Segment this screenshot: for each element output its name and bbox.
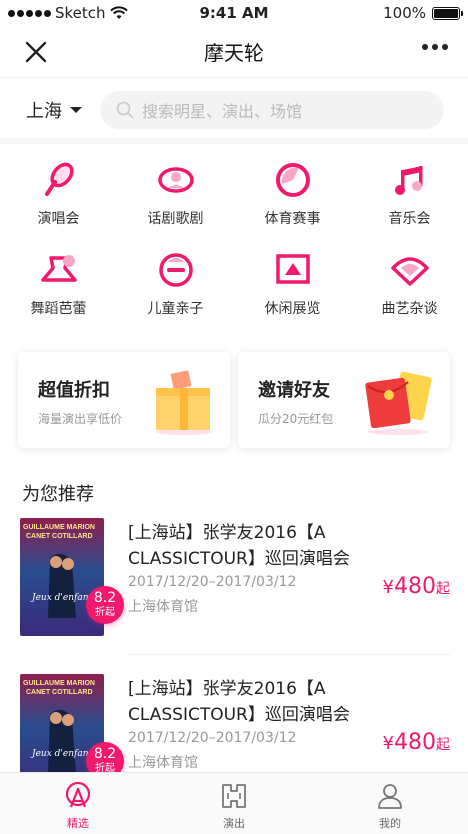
category-label: 休闲展览: [264, 301, 321, 317]
category-label: 音乐会: [388, 211, 431, 227]
discount-label: 折起: [95, 607, 115, 618]
caret-down-icon: [70, 107, 82, 113]
promo-cards: 超值折扣 海量演出享低价 邀请好友 瓜分20元红包: [18, 352, 450, 448]
tab-bar: 精选 演出 我的: [0, 772, 468, 834]
event-title: [上海站】张学友2016【A CLASSICTOUR】巡回演唱会: [128, 679, 350, 725]
category-folk-arts[interactable]: 曲艺杂谈: [351, 250, 468, 318]
category-music[interactable]: 音乐会: [351, 160, 468, 228]
user-icon: [378, 784, 402, 809]
price-currency: ¥: [382, 733, 394, 754]
poster-title-line1: GUILLAUME MARION: [23, 680, 95, 687]
discount-value: 8.2: [93, 590, 117, 606]
search-placeholder: 搜索明星、演出、场馆: [142, 102, 303, 121]
event-venue: 上海体育馆: [128, 755, 198, 771]
poster-title-line1: GUILLAUME MARION: [23, 524, 95, 531]
event-date: 2017/12/20–2017/03/12: [128, 730, 297, 746]
price-suffix: 起: [436, 737, 450, 753]
category-drama[interactable]: 话剧歌剧: [117, 160, 234, 228]
poster-title-line2: CANET COTILLARD: [26, 533, 93, 540]
list-item[interactable]: GUILLAUME MARION CANET COTILLARD Jeux d'…: [0, 518, 468, 658]
category-concert[interactable]: 演唱会: [0, 160, 117, 228]
category-label: 演唱会: [37, 211, 80, 227]
category-label: 舞蹈芭蕾: [30, 301, 87, 317]
poster-title-line2: CANET COTILLARD: [26, 689, 93, 696]
tab-label: 演出: [223, 817, 245, 830]
search-icon: [116, 101, 134, 119]
event-venue: 上海体育馆: [128, 599, 198, 615]
microphone-icon: [44, 162, 74, 196]
price-suffix: 起: [436, 581, 450, 597]
promo-invite-card[interactable]: 邀请好友 瓜分20元红包: [238, 352, 450, 448]
ballet-skirt-icon: [40, 255, 77, 282]
tab-label: 精选: [67, 817, 89, 830]
discount-badge: 8.2 折起: [86, 586, 124, 624]
ticket-icon: [222, 784, 246, 808]
tab-shows[interactable]: 演出: [156, 773, 312, 834]
battery-icon: [432, 6, 463, 20]
ball-icon: [275, 163, 310, 197]
page-title: 摩天轮: [204, 41, 264, 65]
search-input[interactable]: 搜索明星、演出、场馆: [100, 91, 444, 129]
carrier-group: Sketch: [8, 4, 128, 22]
city-label: 上海: [26, 101, 62, 122]
category-label: 体育赛事: [264, 211, 321, 227]
battery-group: 100%: [383, 4, 463, 22]
price-value: 480: [394, 730, 436, 755]
wifi-icon: [109, 6, 128, 19]
battery-percent: 100%: [383, 4, 426, 22]
category-label: 儿童亲子: [147, 301, 204, 317]
category-label: 话剧歌剧: [147, 211, 204, 227]
city-selector[interactable]: 上海: [26, 97, 82, 123]
music-note-icon: [394, 166, 422, 195]
drama-mask-icon: [157, 167, 194, 193]
exhibition-frame-icon: [275, 254, 310, 284]
discount-value: 8.2: [93, 746, 117, 762]
carrier-name: Sketch: [55, 4, 106, 22]
list-divider: [128, 654, 450, 655]
folding-fan-icon: [390, 257, 429, 286]
category-kids[interactable]: 儿童亲子: [117, 250, 234, 318]
search-row: 上海 搜索明星、演出、场馆: [0, 86, 468, 134]
price-value: 480: [394, 574, 436, 599]
category-label: 曲艺杂谈: [381, 301, 438, 317]
price-currency: ¥: [382, 577, 394, 598]
status-bar: Sketch 9:41 AM 100%: [0, 0, 468, 26]
event-date: 2017/12/20–2017/03/12: [128, 574, 297, 590]
gift-box-icon: [156, 370, 212, 435]
featured-icon: [65, 781, 91, 808]
red-envelope-icon: [365, 371, 432, 435]
child-face-icon: [158, 253, 193, 287]
more-icon[interactable]: [422, 44, 448, 50]
category-sports[interactable]: 体育赛事: [234, 160, 351, 228]
promo-discount-card[interactable]: 超值折扣 海量演出享低价: [18, 352, 230, 448]
event-price: ¥480起: [383, 730, 450, 755]
tab-featured[interactable]: 精选: [0, 773, 156, 834]
close-icon[interactable]: [22, 38, 50, 66]
tab-profile[interactable]: 我的: [312, 773, 468, 834]
category-grid: 演唱会 话剧歌剧 体育赛事 音乐会 舞蹈芭蕾 儿童亲子 休闲展览 曲艺杂谈: [0, 160, 468, 318]
signal-icon: [8, 9, 51, 17]
event-title: [上海站】张学友2016【A CLASSICTOUR】巡回演唱会: [128, 523, 350, 569]
category-exhibition[interactable]: 休闲展览: [234, 250, 351, 318]
tab-label: 我的: [379, 817, 401, 830]
section-title: 为您推荐: [22, 484, 94, 505]
category-dance[interactable]: 舞蹈芭蕾: [0, 250, 117, 318]
event-price: ¥480起: [383, 574, 450, 599]
nav-bar: 摩天轮: [0, 26, 468, 78]
section-separator: [0, 138, 468, 144]
